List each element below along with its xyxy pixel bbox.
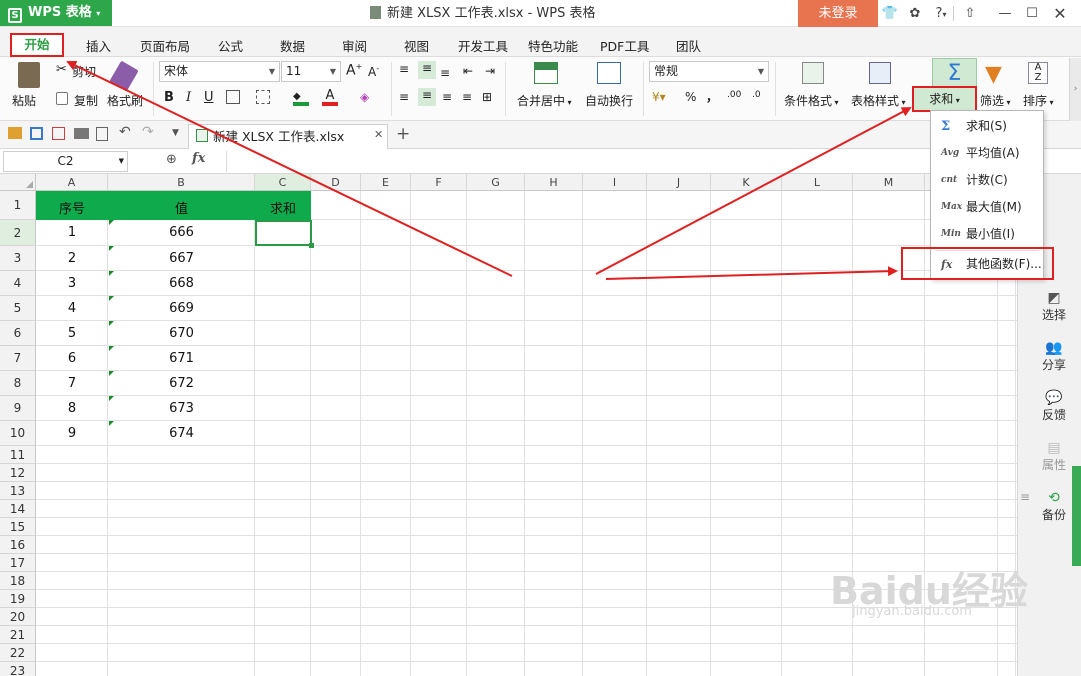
arrow-to-sum-button	[595, 107, 912, 275]
arrow-to-home-tab	[66, 60, 513, 277]
baidu-watermark-url: jingyan.baidu.com	[852, 604, 972, 619]
arrow-to-more-functions	[605, 266, 898, 280]
